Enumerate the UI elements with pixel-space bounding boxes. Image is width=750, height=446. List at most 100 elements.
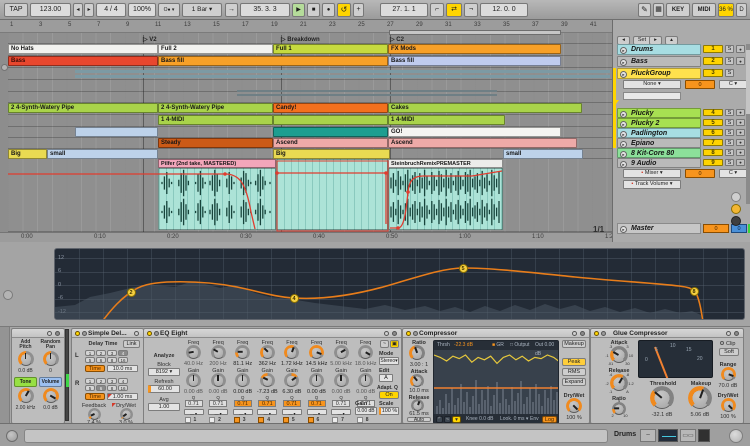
groove-amount-field[interactable]: 100%: [128, 3, 156, 17]
delay-r-time-value[interactable]: 1.00 ms: [107, 393, 138, 400]
arrangement-clip[interactable]: [273, 127, 388, 137]
track-header-9-audio[interactable]: ▸9 Audio: [617, 158, 701, 168]
hot-swap-icon[interactable]: [154, 331, 159, 336]
view-circle-2[interactable]: [731, 204, 741, 214]
nudge-up-button[interactable]: ▸: [84, 3, 94, 17]
track-number-badge[interactable]: 8: [703, 149, 723, 156]
audio-crossfade-selector[interactable]: C ▾: [719, 169, 747, 178]
compressor-title-bar[interactable]: Compressor: [403, 329, 589, 338]
device-activator-icon[interactable]: [75, 331, 80, 336]
device-glue-compressor[interactable]: Glue Compressor Attack Release Ratio 051…: [590, 328, 744, 424]
band-freq-value[interactable]: 18.0 kHz: [354, 361, 378, 367]
arrangement-clip[interactable]: Full 1: [273, 44, 388, 54]
fold-icon[interactable]: ▸: [620, 141, 627, 148]
band-freq-knob[interactable]: [285, 346, 298, 359]
solo-button[interactable]: S: [725, 45, 734, 53]
macro-label-button[interactable]: Tone: [14, 377, 37, 387]
stop-button[interactable]: ■: [307, 3, 320, 17]
audio-clip-body[interactable]: [158, 168, 276, 230]
arm-button[interactable]: ●: [736, 149, 745, 156]
device-simple-delay[interactable]: Simple Del... Delay Time Link LR12345681…: [71, 328, 144, 424]
band-filter-type-selector[interactable]: — ▾: [184, 409, 204, 415]
analyze-label[interactable]: Analyze: [147, 353, 181, 359]
computer-midi-keyboard-button[interactable]: ▦: [653, 3, 664, 17]
band-freq-value[interactable]: 14.5 kHz: [305, 361, 329, 367]
band-q-value[interactable]: 0.71: [209, 400, 227, 407]
lock-icon[interactable]: [580, 331, 585, 336]
glue-makeup-knob[interactable]: [689, 387, 711, 409]
band-freq-value[interactable]: 362 Hz: [255, 361, 279, 367]
delay-r-beat-16[interactable]: 16: [118, 385, 128, 391]
eq-node-5[interactable]: 5: [459, 264, 468, 273]
delay-r-beat-3[interactable]: 3: [107, 378, 117, 384]
band-q-value[interactable]: 0.71: [332, 400, 350, 407]
activity-icon[interactable]: ~: [444, 416, 451, 423]
band-freq-value[interactable]: 5.00 kHz: [329, 361, 353, 367]
band-freq-value[interactable]: 81.1 Hz: [231, 361, 255, 367]
band-gain-knob[interactable]: [359, 374, 372, 387]
track-number-badge[interactable]: 5: [703, 119, 723, 126]
band-q-value[interactable]: 0.71: [308, 400, 326, 407]
audio-clip-header[interactable]: Pilfer (2nd take, MASTERED): [158, 159, 276, 168]
arrangement-clip[interactable]: FX Mods: [388, 44, 561, 54]
solo-button[interactable]: S: [725, 57, 734, 65]
arm-button[interactable]: ●: [736, 129, 745, 136]
view-circle-1[interactable]: [731, 192, 741, 202]
arrangement-clip[interactable]: 1 4-MIDI: [388, 115, 505, 125]
delay-drywet-knob[interactable]: [121, 409, 132, 420]
rms-button[interactable]: RMS: [562, 368, 586, 376]
device-audio-effect-rack[interactable]: Add Pitch0.0 dBRandom Pan0Tone2.00 kHzVo…: [11, 328, 65, 424]
track-header-epiano[interactable]: ▸Epiano: [617, 138, 701, 148]
delay-l-beat-16[interactable]: 16: [118, 357, 128, 363]
band-gain-knob[interactable]: [187, 374, 200, 387]
delay-l-beat-2[interactable]: 2: [96, 350, 106, 356]
band-freq-value[interactable]: 1.72 kHz: [280, 361, 304, 367]
locator-marker[interactable]: ▷ Breakdown: [281, 36, 320, 43]
locator-marker[interactable]: ▷ V2: [143, 36, 157, 43]
band-gain-knob[interactable]: [285, 374, 298, 387]
scale-value[interactable]: 100 %: [379, 407, 399, 415]
track-header-padlington[interactable]: ▸Padlington: [617, 128, 701, 138]
band-filter-type-selector[interactable]: — ▾: [208, 409, 228, 415]
minute-ruler[interactable]: 0:000:100:200:300:400:501:001:101:20: [0, 232, 612, 242]
track-number-badge[interactable]: 7: [703, 139, 723, 146]
band-filter-type-selector[interactable]: — ▾: [331, 409, 351, 415]
refresh-value[interactable]: 60.00: [148, 385, 180, 393]
solo-button[interactable]: S: [725, 109, 734, 116]
delay-l-beat-8[interactable]: 8: [107, 357, 117, 363]
release-knob[interactable]: [412, 400, 423, 411]
delay-r-beat-8[interactable]: 8: [107, 385, 117, 391]
feedback-knob[interactable]: [89, 409, 100, 420]
glue-threshold-knob[interactable]: [651, 387, 673, 409]
glue-range-knob[interactable]: [722, 368, 735, 381]
fold-icon[interactable]: ▸: [620, 226, 627, 233]
track-number-badge[interactable]: 3: [703, 69, 723, 77]
mode-value[interactable]: Stereo▾: [379, 357, 399, 365]
band-freq-knob[interactable]: [335, 346, 348, 359]
loop-button[interactable]: ⇄: [446, 3, 462, 17]
play-button[interactable]: ▶: [292, 3, 305, 17]
arrangement-clip[interactable]: small: [47, 149, 158, 159]
spectrum-view-button[interactable]: ▣: [390, 340, 399, 348]
delay-r-beat-1[interactable]: 1: [85, 378, 95, 384]
band-filter-type-selector[interactable]: — ▾: [307, 409, 327, 415]
audio-send-value[interactable]: 0: [685, 169, 715, 178]
arrangement-clip[interactable]: Cakes: [388, 103, 582, 113]
device-activator-icon[interactable]: [406, 331, 411, 336]
band-freq-knob[interactable]: [261, 346, 274, 359]
macro-knob-2[interactable]: [44, 352, 58, 366]
time-signature-field[interactable]: 4 / 4: [96, 3, 126, 17]
lock-envelopes-icon[interactable]: [1, 64, 8, 71]
delay-r-beat-2[interactable]: 2: [96, 378, 106, 384]
device-activator-icon[interactable]: [594, 331, 599, 336]
arrangement-position-field[interactable]: 35. 3. 3: [240, 3, 290, 17]
arrangement-clip[interactable]: Bass fill: [388, 56, 561, 66]
clip-area[interactable]: ▷ V2▷ Breakdown▷ C2No HatsFull 2Full 1FX…: [8, 33, 612, 232]
audio-clip-header[interactable]: SteinbruchRemixPREMASTER: [388, 159, 503, 168]
draw-mode-button[interactable]: ✎: [638, 3, 651, 17]
view-circle-3[interactable]: [731, 216, 741, 226]
eq-node-4[interactable]: 4: [290, 294, 299, 303]
curve-icon[interactable]: ⌜: [436, 416, 443, 423]
audio-clip-body[interactable]: [276, 159, 388, 230]
thresh-value[interactable]: -22.3 dB: [454, 341, 473, 350]
